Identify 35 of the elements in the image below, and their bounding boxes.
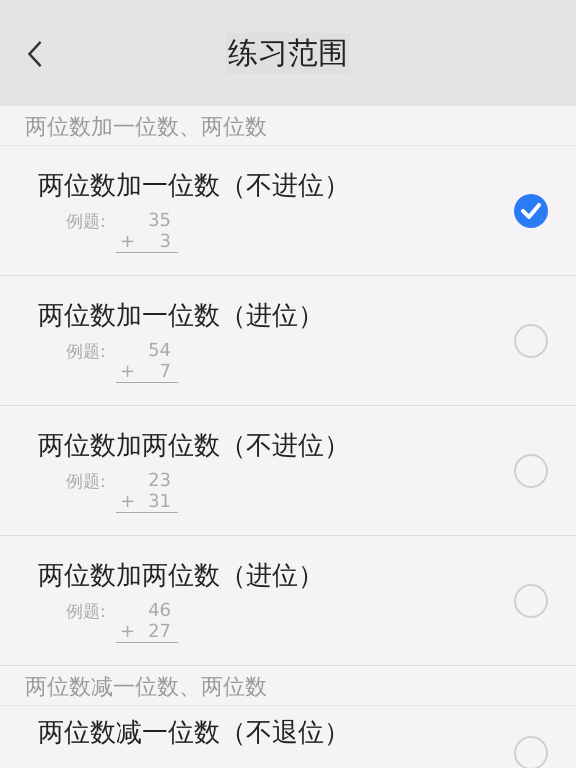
- checked-radio-icon[interactable]: [514, 194, 548, 228]
- example-number: 27: [148, 621, 171, 642]
- option-row[interactable]: 两位数加一位数（不进位） 例题: 35 + 3: [0, 146, 576, 276]
- example-label: 例题:: [66, 211, 107, 234]
- option-title: 两位数减一位数（不退位）: [38, 718, 350, 748]
- option-row[interactable]: 两位数加两位数（进位） 例题: 46 + 27: [0, 536, 576, 666]
- example-number: 7: [160, 361, 171, 382]
- example-label: 例题:: [66, 601, 107, 624]
- plus-sign: +: [120, 231, 136, 252]
- example-number: 46: [148, 600, 172, 621]
- example-number: 54: [148, 340, 172, 361]
- option-title: 两位数加一位数（进位）: [38, 300, 324, 333]
- option-row[interactable]: 两位数加一位数（进位） 例题: 54 + 7: [0, 276, 576, 406]
- radio-icon[interactable]: [514, 584, 548, 618]
- plus-sign: +: [120, 491, 136, 512]
- example-label: 例题:: [66, 471, 107, 494]
- radio-icon[interactable]: [514, 454, 548, 488]
- example-number: 35: [148, 210, 172, 231]
- back-icon[interactable]: [26, 40, 44, 68]
- section-header: 两位数加一位数、两位数: [0, 106, 576, 146]
- radio-icon[interactable]: [514, 324, 548, 358]
- section-header: 两位数减一位数、两位数: [0, 666, 576, 706]
- example-label: 例题:: [66, 341, 107, 364]
- example-number: 3: [160, 231, 171, 252]
- option-title: 两位数加一位数（不进位）: [38, 170, 350, 203]
- example-number: 31: [148, 491, 171, 512]
- plus-sign: +: [120, 361, 136, 382]
- page-title: 练习范围: [226, 32, 350, 74]
- option-row[interactable]: 两位数加两位数（不进位） 例题: 23 + 31: [0, 406, 576, 536]
- option-title: 两位数加两位数（进位）: [38, 560, 324, 593]
- example-number: 23: [148, 470, 172, 491]
- plus-sign: +: [120, 621, 136, 642]
- radio-icon[interactable]: [514, 736, 548, 768]
- option-title: 两位数加两位数（不进位）: [38, 430, 350, 463]
- option-row[interactable]: 两位数减一位数（不退位）: [0, 706, 576, 768]
